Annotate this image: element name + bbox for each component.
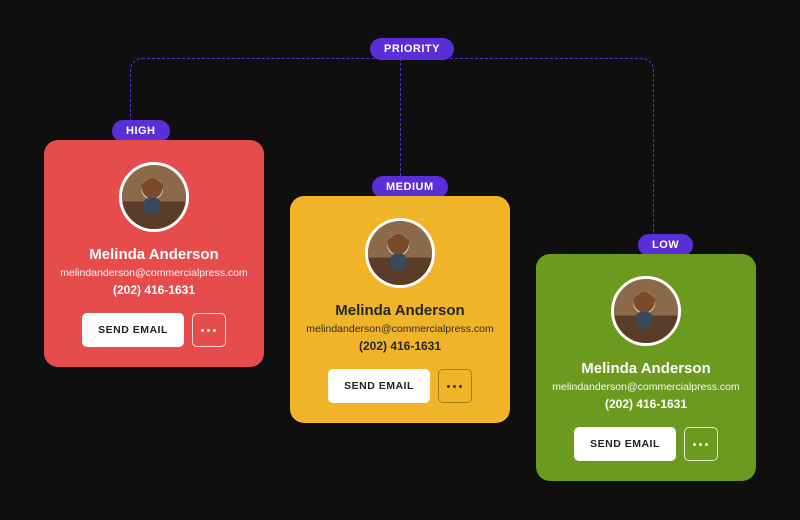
card-actions: SEND EMAIL xyxy=(60,313,248,347)
avatar xyxy=(611,276,681,346)
contact-phone: (202) 416-1631 xyxy=(552,397,740,411)
send-email-button[interactable]: SEND EMAIL xyxy=(82,313,184,347)
ellipsis-icon xyxy=(201,329,216,332)
more-actions-button[interactable] xyxy=(438,369,472,403)
avatar-icon xyxy=(122,165,186,229)
avatar-icon xyxy=(614,279,678,343)
root-priority-pill: PRIORITY xyxy=(370,38,454,60)
card-actions: SEND EMAIL xyxy=(552,427,740,461)
card-actions: SEND EMAIL xyxy=(306,369,494,403)
branch-pill-medium: MEDIUM xyxy=(372,176,448,198)
contact-name: Melinda Anderson xyxy=(60,246,248,263)
ellipsis-icon xyxy=(447,385,462,388)
more-actions-button[interactable] xyxy=(192,313,226,347)
priority-card-high: Melinda Anderson melindanderson@commerci… xyxy=(44,140,264,367)
send-email-button[interactable]: SEND EMAIL xyxy=(574,427,676,461)
send-email-button[interactable]: SEND EMAIL xyxy=(328,369,430,403)
contact-email: melindanderson@commercialpress.com xyxy=(306,323,494,335)
more-actions-button[interactable] xyxy=(684,427,718,461)
branch-pill-low: LOW xyxy=(638,234,693,256)
contact-phone: (202) 416-1631 xyxy=(306,339,494,353)
avatar xyxy=(365,218,435,288)
branch-pill-high: HIGH xyxy=(112,120,170,142)
connector-medium xyxy=(400,58,401,176)
contact-email: melindanderson@commercialpress.com xyxy=(60,267,248,279)
contact-email: melindanderson@commercialpress.com xyxy=(552,381,740,393)
priority-card-low: Melinda Anderson melindanderson@commerci… xyxy=(536,254,756,481)
connector-high xyxy=(130,58,390,120)
contact-name: Melinda Anderson xyxy=(552,360,740,377)
ellipsis-icon xyxy=(693,443,708,446)
contact-phone: (202) 416-1631 xyxy=(60,283,248,297)
avatar xyxy=(119,162,189,232)
avatar-icon xyxy=(368,221,432,285)
priority-card-medium: Melinda Anderson melindanderson@commerci… xyxy=(290,196,510,423)
contact-name: Melinda Anderson xyxy=(306,302,494,319)
